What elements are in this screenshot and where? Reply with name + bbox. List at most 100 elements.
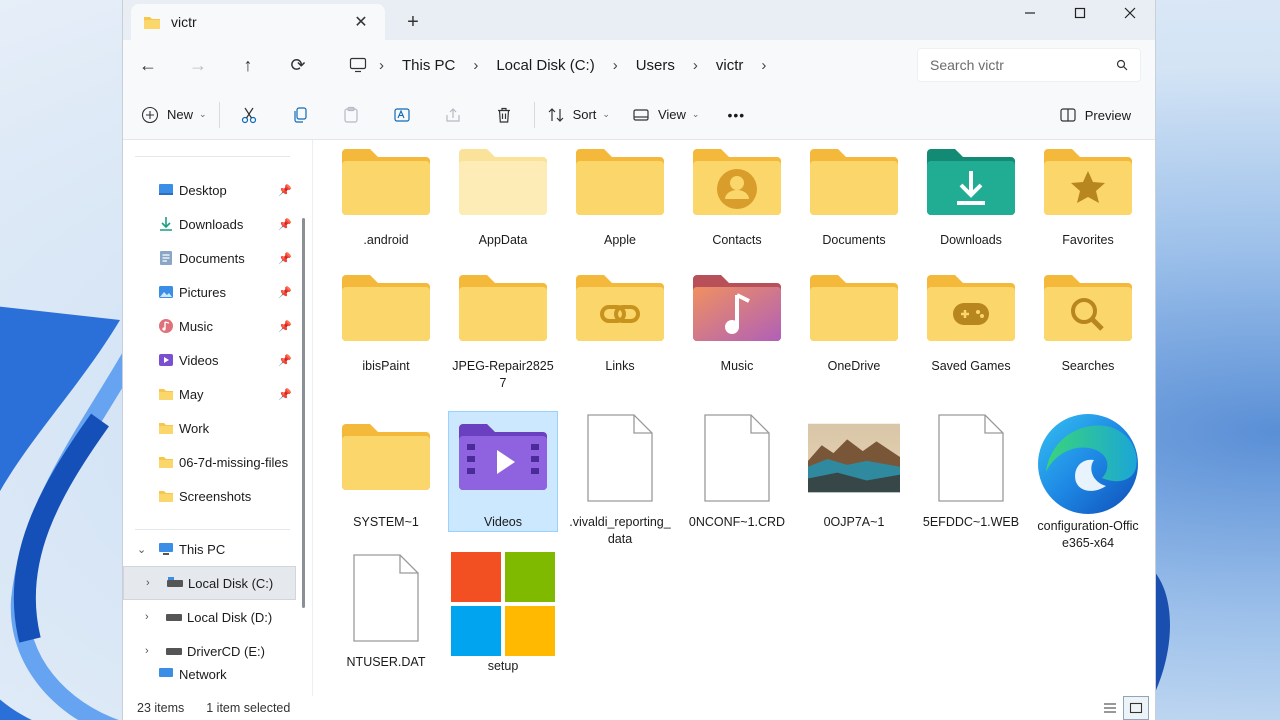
file-item[interactable]: Videos <box>448 411 558 532</box>
sidebar-item-desktop[interactable]: Desktop 📌 <box>123 173 312 207</box>
file-item[interactable]: JPEG-Repair28257 <box>448 270 558 392</box>
file-item[interactable]: Favorites <box>1033 144 1143 249</box>
sidebar-item-label: Local Disk (D:) <box>187 609 273 625</box>
sidebar-item-label: Music <box>179 318 213 334</box>
file-item-label: ibisPaint <box>362 359 410 373</box>
file-icon <box>340 552 432 644</box>
forward-button[interactable]: → <box>173 45 223 85</box>
active-tab[interactable]: victr ✕ <box>131 4 385 40</box>
back-button[interactable]: ← <box>123 45 173 85</box>
sidebar-item-local-disk-d[interactable]: › Local Disk (D:) <box>123 600 312 634</box>
file-item[interactable]: Music <box>682 270 792 375</box>
videos-folder-icon <box>457 412 549 504</box>
title-bar: victr ✕ + <box>123 0 1155 40</box>
sidebar-item-may[interactable]: May 📌 <box>123 377 312 411</box>
sidebar-item-this-pc[interactable]: ⌄ This PC <box>123 532 312 566</box>
sidebar-item-documents[interactable]: Documents 📌 <box>123 241 312 275</box>
chevron-down-icon[interactable]: ⌄ <box>137 543 146 556</box>
this-pc-icon <box>349 57 367 73</box>
new-tab-button[interactable]: + <box>399 8 427 36</box>
sidebar-item-label: Screenshots <box>179 488 252 504</box>
minimize-button[interactable] <box>1005 0 1055 26</box>
delete-button[interactable] <box>479 98 530 132</box>
file-item[interactable]: Saved Games <box>916 270 1026 375</box>
sidebar-item-drivercd-e[interactable]: › DriverCD (E:) <box>123 634 312 668</box>
file-item[interactable]: SYSTEM~1 <box>331 412 441 531</box>
paste-button[interactable] <box>326 98 377 132</box>
file-item[interactable]: Documents <box>799 144 909 249</box>
view-button[interactable]: View ⌄ <box>624 98 708 132</box>
chevron-right-icon[interactable]: › <box>146 577 150 589</box>
file-item[interactable]: ibisPaint <box>331 270 441 375</box>
breadcrumb-separator[interactable]: › <box>681 57 710 74</box>
file-item[interactable]: Apple <box>565 144 675 249</box>
file-item[interactable]: 5EFDDC~1.WEB <box>916 412 1026 531</box>
sidebar-scrollbar[interactable] <box>302 218 305 608</box>
file-item[interactable]: NTUSER.DAT <box>331 552 441 671</box>
breadcrumb-separator[interactable]: › <box>461 57 490 74</box>
copy-button[interactable] <box>275 98 326 132</box>
folder-light-icon <box>457 144 549 222</box>
sort-button[interactable]: Sort ⌄ <box>539 98 618 132</box>
folder-icon <box>808 144 900 222</box>
file-item[interactable]: AppData <box>448 144 558 249</box>
file-item[interactable]: configuration-Office365-x64 <box>1033 412 1143 552</box>
rename-button[interactable] <box>377 98 428 132</box>
file-item-label: Documents <box>822 233 886 247</box>
maximize-icon <box>1074 7 1086 19</box>
preview-button[interactable]: Preview <box>1051 98 1139 132</box>
breadcrumb-victr[interactable]: victr <box>710 57 750 74</box>
command-bar: New ⌄ Sort ⌄ View ⌄ ••• Preview <box>123 90 1155 140</box>
chevron-right-icon[interactable]: › <box>145 611 149 623</box>
share-button[interactable] <box>428 98 479 132</box>
file-item[interactable]: .vivaldi_reporting_data <box>565 412 675 548</box>
file-item[interactable]: .android <box>331 144 441 249</box>
sidebar-item-downloads[interactable]: Downloads 📌 <box>123 207 312 241</box>
refresh-button[interactable]: ⟳ <box>273 45 323 85</box>
large-icons-view-button[interactable] <box>1123 696 1149 720</box>
close-button[interactable] <box>1105 0 1155 26</box>
file-item[interactable]: 0OJP7A~1 <box>799 412 909 531</box>
file-item-label: 0NCONF~1.CRD <box>688 515 786 529</box>
breadcrumb-separator[interactable]: › <box>749 57 778 74</box>
sidebar-item-missing-files[interactable]: 06-7d-missing-files <box>123 445 312 479</box>
file-item[interactable]: 0NCONF~1.CRD <box>682 412 792 531</box>
new-button[interactable]: New ⌄ <box>133 98 215 132</box>
sidebar-item-screenshots[interactable]: Screenshots <box>123 479 312 513</box>
file-item-label: Searches <box>1061 359 1115 373</box>
breadcrumb-this-pc[interactable]: This PC <box>396 57 461 74</box>
close-tab-icon[interactable]: ✕ <box>349 10 373 34</box>
file-item[interactable]: Links <box>565 270 675 375</box>
file-item[interactable]: Contacts <box>682 144 792 249</box>
file-item[interactable]: OneDrive <box>799 270 909 375</box>
navigation-pane: Desktop 📌 Downloads 📌 Documents 📌 Pictur… <box>123 140 313 696</box>
sidebar-item-local-disk-c[interactable]: › Local Disk (C:) <box>123 566 296 600</box>
breadcrumb-users[interactable]: Users <box>630 57 681 74</box>
cut-button[interactable] <box>224 98 275 132</box>
up-button[interactable]: ↑ <box>223 45 273 85</box>
details-view-button[interactable] <box>1097 696 1123 720</box>
file-item-label: Saved Games <box>931 359 1011 373</box>
sidebar-item-work[interactable]: Work <box>123 411 312 445</box>
pin-icon: 📌 <box>278 252 292 265</box>
sidebar-item-pictures[interactable]: Pictures 📌 <box>123 275 312 309</box>
maximize-button[interactable] <box>1055 0 1105 26</box>
file-item[interactable]: Downloads <box>916 144 1026 249</box>
file-item[interactable]: setup <box>448 552 558 675</box>
breadcrumb-separator[interactable]: › <box>601 57 630 74</box>
sidebar-item-music[interactable]: Music 📌 <box>123 309 312 343</box>
breadcrumb-local-disk[interactable]: Local Disk (C:) <box>490 57 600 74</box>
folder-icon <box>808 270 900 348</box>
chevron-right-icon[interactable]: › <box>145 645 149 657</box>
folder-doc-icon <box>340 412 432 504</box>
search-box[interactable]: Search victr <box>917 48 1141 82</box>
sidebar-item-network[interactable]: Network <box>123 668 312 682</box>
preview-pane-icon <box>1060 108 1076 122</box>
share-icon <box>446 107 460 122</box>
address-bar[interactable]: › This PC › Local Disk (C:) › Users › vi… <box>339 46 911 84</box>
file-item-label: 0OJP7A~1 <box>823 515 885 529</box>
more-options-button[interactable]: ••• <box>719 98 753 132</box>
file-item[interactable]: Searches <box>1033 270 1143 375</box>
file-item-label: AppData <box>478 233 528 247</box>
sidebar-item-videos[interactable]: Videos 📌 <box>123 343 312 377</box>
